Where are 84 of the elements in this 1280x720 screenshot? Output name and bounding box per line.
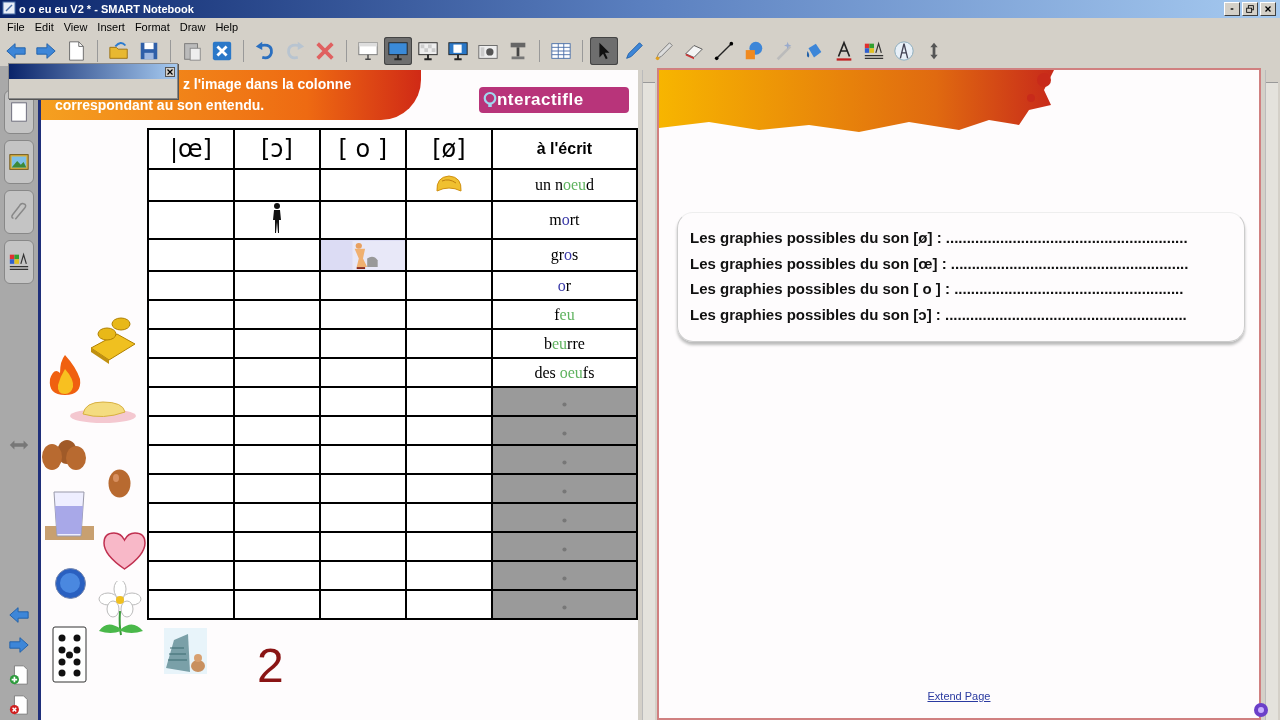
menu-item[interactable]: View <box>58 21 93 33</box>
table-icon <box>550 40 572 62</box>
monitor-icon <box>417 40 439 62</box>
pen-icon <box>623 40 645 62</box>
window-title: o o eu eu V2 * - SMART Notebook <box>19 3 195 15</box>
dot-icon <box>561 575 567 581</box>
fill-in-line: Les graphies possibles du son [ɔ] : .......................................................... <box>689 304 1188 325</box>
restore-icon <box>1245 4 1255 14</box>
delete-icon <box>314 40 336 62</box>
folder-icon <box>108 40 130 62</box>
dot-icon <box>561 604 567 610</box>
restore-button[interactable] <box>1242 2 1258 16</box>
dot-icon <box>561 517 567 523</box>
back-arrow-icon <box>5 40 27 62</box>
eggs-icon <box>40 439 87 471</box>
picture-icon <box>7 151 30 173</box>
properties-icon <box>863 40 885 62</box>
pen-icon <box>653 40 675 62</box>
table-header-cell: [ɔ] <box>233 129 320 169</box>
fill-in-line: Les graphies possibles du son [ o ] : ....................................................... <box>689 279 1185 299</box>
instruction-text: z l'image dans la colonne <box>181 75 353 94</box>
table-cell: or <box>491 271 637 300</box>
glass-of-water-icon <box>43 490 95 541</box>
lightbulb-icon <box>482 91 497 109</box>
add-page-icon <box>7 664 30 686</box>
close-button[interactable] <box>1260 2 1276 16</box>
dot-icon <box>561 546 567 552</box>
back-arrow-icon <box>7 604 30 626</box>
table-cell: gros <box>491 239 637 271</box>
minimize-button[interactable] <box>1224 2 1240 16</box>
page-number: 2 <box>256 638 284 694</box>
fill-in-line: Les graphies possibles du son [ø] : .......................................................... <box>689 228 1189 248</box>
fill-in-line: Les graphies possibles du son [œ] : ......................................................... <box>689 253 1190 274</box>
dot-icon <box>561 401 567 407</box>
standing-figure-icon <box>270 202 283 234</box>
side-button[interactable] <box>7 694 30 716</box>
table-cell: beurre <box>491 329 637 358</box>
compass-icon <box>893 40 915 62</box>
playing-card-icon <box>51 626 87 683</box>
monitor-icon <box>447 40 469 62</box>
app-icon <box>2 1 16 15</box>
delete-page-icon <box>7 694 30 716</box>
monitor-icon <box>387 40 409 62</box>
instruction-text: correspondant au son entendu. <box>54 96 266 115</box>
ball-icon <box>53 568 87 599</box>
close-icon[interactable] <box>165 66 175 77</box>
menu-item[interactable]: File <box>2 21 30 33</box>
table-cell: feu <box>491 300 637 329</box>
table-header-cell: [ø] <box>405 129 492 169</box>
table-header-cell: à l'écrit <box>491 129 637 169</box>
dot-icon <box>561 459 567 465</box>
scrollbar[interactable] <box>1265 70 1278 720</box>
table-header-cell: [ o ] <box>319 129 406 169</box>
menu-item[interactable]: Draw <box>174 21 211 33</box>
table-cell: mort <box>491 201 637 239</box>
side-tab[interactable] <box>3 240 34 284</box>
dot-icon <box>561 488 567 494</box>
forward-arrow-icon <box>7 634 30 656</box>
table-cell: des oeufs <box>491 358 637 387</box>
line-icon <box>713 40 735 62</box>
redo-icon <box>284 40 306 62</box>
side-button[interactable] <box>7 664 30 686</box>
properties-icon <box>7 251 30 273</box>
forward-arrow-icon <box>35 40 57 62</box>
table-cell: un noeud <box>491 169 637 201</box>
close-icon <box>211 40 233 62</box>
clipboard-icon <box>181 40 203 62</box>
table-header-cell: |œ] <box>147 129 234 169</box>
heart-icon <box>101 531 147 571</box>
logo: nteractifle <box>478 87 629 113</box>
screen-icon <box>357 40 379 62</box>
menu-item[interactable]: Help <box>210 21 243 33</box>
menu-item[interactable]: Edit <box>29 21 59 33</box>
side-tab[interactable] <box>3 140 34 184</box>
scrollbar[interactable] <box>642 70 655 720</box>
shapes-icon <box>743 40 765 62</box>
menu-item[interactable]: Insert <box>92 21 130 33</box>
menu-item[interactable]: Format <box>129 21 175 33</box>
close-icon <box>1263 4 1273 14</box>
dot-icon <box>561 430 567 436</box>
undo-icon <box>254 40 276 62</box>
extend-page-link[interactable]: Extend Page <box>927 690 991 702</box>
flower-icon <box>96 581 144 636</box>
egg-icon <box>106 468 132 498</box>
